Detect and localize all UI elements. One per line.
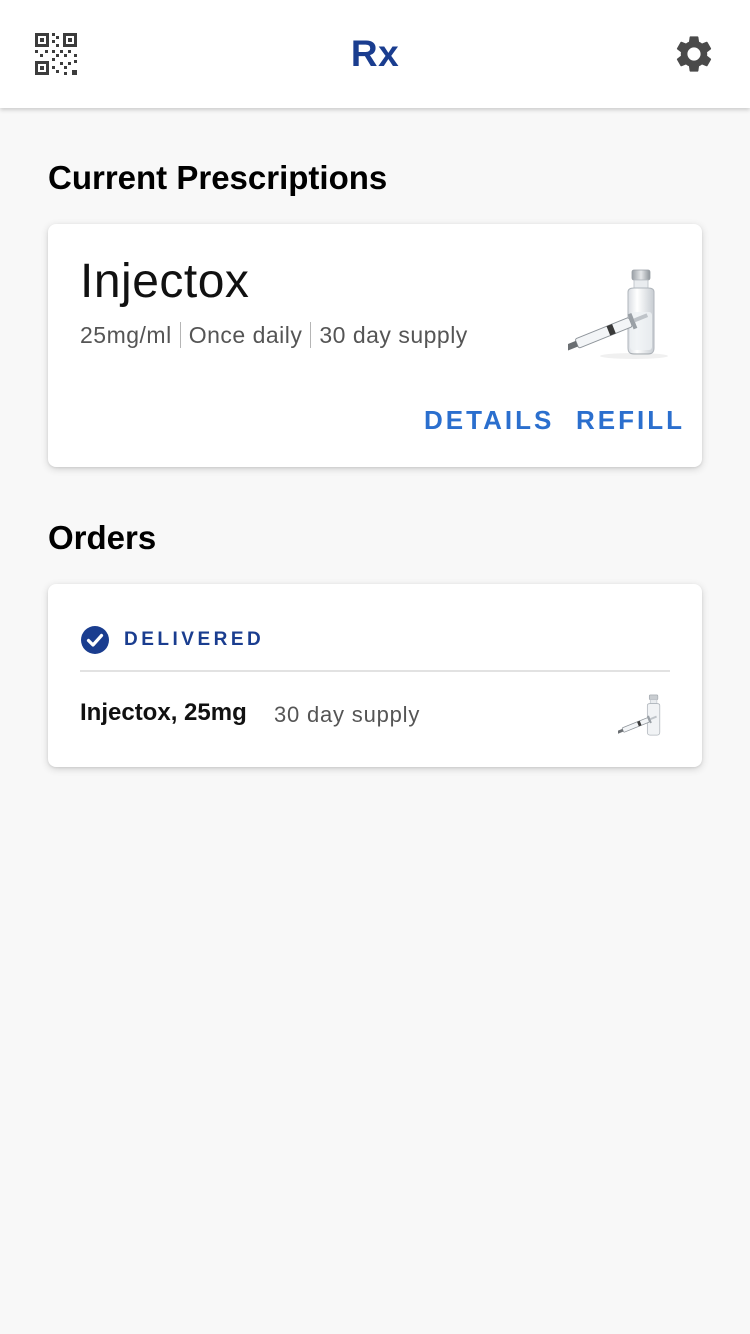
- vial-syringe-icon: [546, 268, 674, 360]
- gear-icon[interactable]: [672, 32, 716, 76]
- vial-syringe-icon: [615, 694, 670, 738]
- order-status: DELIVERED: [80, 624, 264, 656]
- meta-separator: [310, 321, 312, 348]
- drug-supply: 30 day supply: [319, 322, 468, 348]
- app-bar: Rx: [0, 0, 750, 108]
- prescription-card[interactable]: Injectox 25mg/ml Once daily 30 day supply: [48, 224, 702, 467]
- check-circle-icon: [81, 626, 109, 654]
- section-title-prescriptions: Current Prescriptions: [48, 159, 388, 196]
- section-title-orders: Orders: [48, 519, 157, 556]
- divider: [80, 670, 670, 672]
- drug-meta: 25mg/ml Once daily 30 day supply: [80, 320, 468, 350]
- refill-button[interactable]: REFILL: [576, 404, 685, 436]
- app-title: Rx: [350, 33, 400, 74]
- order-card[interactable]: DELIVERED Injectox, 25mg 30 day supply: [48, 584, 702, 767]
- drug-frequency: Once daily: [188, 322, 303, 348]
- order-item-name: Injectox, 25mg: [80, 699, 247, 726]
- drug-name: Injectox: [80, 255, 250, 308]
- order-item-supply: 30 day supply: [274, 702, 421, 727]
- meta-separator: [179, 321, 181, 348]
- details-button[interactable]: DETAILS: [424, 404, 554, 436]
- drug-dose: 25mg/ml: [80, 322, 172, 348]
- status-badge: DELIVERED: [124, 629, 265, 650]
